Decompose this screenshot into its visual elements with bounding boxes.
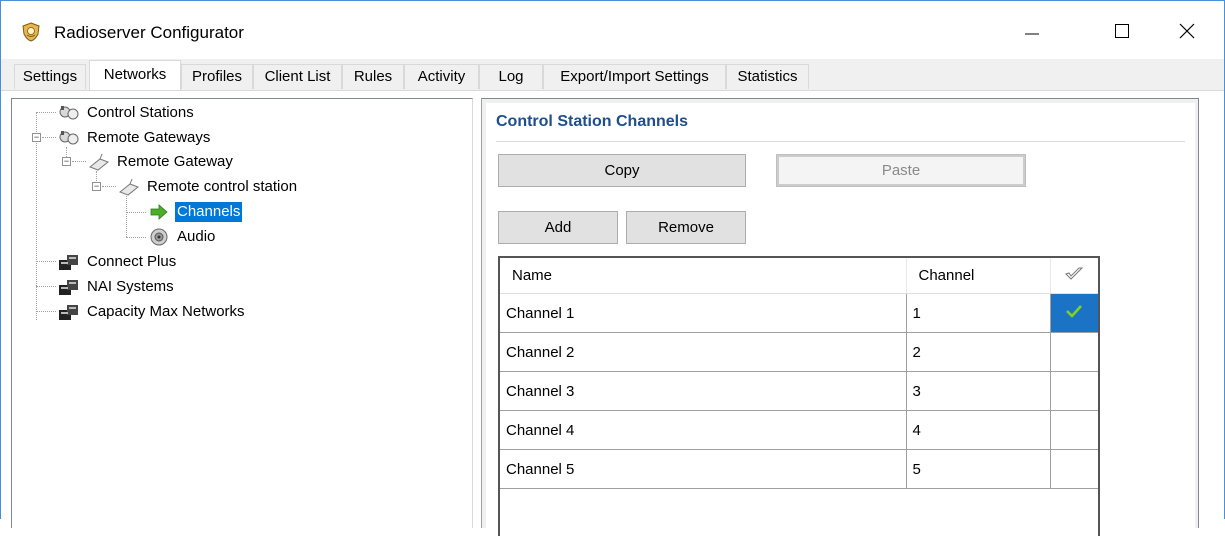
cell-channel[interactable]: 4 (905, 410, 1051, 450)
tab-rules[interactable]: Rules (342, 64, 404, 89)
gateway-icon (118, 176, 140, 198)
tree-node-control-stations[interactable]: Control Stations (58, 101, 196, 125)
cell-enabled-checkbox[interactable] (1049, 449, 1098, 489)
cell-enabled-checkbox[interactable] (1049, 410, 1098, 450)
cell-channel[interactable]: 3 (905, 371, 1051, 411)
cell-enabled-checkbox[interactable] (1049, 371, 1098, 411)
cell-name[interactable]: Channel 2 (500, 332, 907, 372)
title-bar[interactable]: Radioserver Configurator (1, 1, 1224, 59)
table-row[interactable]: Channel 2 2 (500, 332, 1098, 372)
cell-name[interactable]: Channel 1 (500, 293, 907, 333)
tree-node-audio[interactable]: Audio (148, 225, 217, 249)
remove-button[interactable]: Remove (626, 211, 746, 244)
network-stations-icon (58, 127, 80, 149)
collapse-remote-gateway-toggle[interactable]: − (62, 157, 71, 166)
checkmark-outline-icon (1065, 267, 1084, 280)
green-arrow-icon (148, 201, 170, 223)
cell-channel[interactable]: 1 (905, 293, 1051, 333)
cell-name[interactable]: Channel 4 (500, 410, 907, 450)
maximize-button[interactable] (1099, 9, 1145, 53)
add-button[interactable]: Add (498, 211, 618, 244)
cell-enabled-checkbox[interactable] (1049, 332, 1098, 372)
tab-settings[interactable]: Settings (14, 64, 86, 89)
channels-settings: Control Station Channels Copy Paste Add … (486, 103, 1195, 536)
tab-profiles[interactable]: Profiles (181, 64, 253, 89)
collapse-remote-gateways-toggle[interactable]: − (32, 133, 41, 142)
section-title: Control Station Channels (496, 113, 688, 130)
close-icon (1179, 23, 1195, 39)
copy-button[interactable]: Copy (498, 154, 746, 187)
checkmark-icon (1066, 305, 1083, 318)
table-row[interactable]: Channel 5 5 (500, 449, 1098, 489)
gateway-icon (88, 151, 110, 173)
tab-export-import-settings[interactable]: Export/Import Settings (543, 64, 726, 89)
app-window: Radioserver Configurator Settings Networ… (0, 0, 1225, 536)
details-panel: Control Station Channels Copy Paste Add … (481, 98, 1199, 536)
tree-node-capacity-max-networks[interactable]: Capacity Max Networks (58, 300, 247, 324)
tab-strip: Settings Networks Profiles Client List R… (1, 59, 1224, 90)
network-stations-icon (58, 102, 80, 124)
column-header-name[interactable]: Name (500, 258, 907, 294)
speaker-icon (148, 226, 170, 248)
networks-page: − − − Control Stations Remote Gateways R… (1, 90, 1224, 536)
channels-grid[interactable]: Name Channel Channel 1 1 Channel 2 2 Cha… (498, 256, 1100, 536)
column-header-channel[interactable]: Channel (906, 258, 1051, 294)
cell-channel[interactable]: 2 (905, 332, 1051, 372)
tab-log[interactable]: Log (479, 64, 543, 89)
table-row[interactable]: Channel 3 3 (500, 371, 1098, 411)
tab-activity[interactable]: Activity (404, 64, 479, 89)
cell-name[interactable]: Channel 5 (500, 449, 907, 489)
table-row[interactable]: Channel 1 1 (500, 293, 1098, 333)
server-network-icon (58, 276, 80, 298)
tab-client-list[interactable]: Client List (253, 64, 342, 89)
cell-enabled-checkbox[interactable] (1049, 293, 1098, 333)
collapse-remote-control-station-toggle[interactable]: − (92, 182, 101, 191)
window-title: Radioserver Configurator (54, 23, 244, 42)
maximize-icon (1115, 24, 1129, 38)
tree-node-remote-gateway[interactable]: Remote Gateway (88, 150, 235, 174)
server-network-icon (58, 301, 80, 323)
server-network-icon (58, 251, 80, 273)
table-row[interactable]: Channel 4 4 (500, 410, 1098, 450)
section-divider (496, 141, 1185, 142)
paste-button[interactable]: Paste (776, 154, 1026, 187)
network-tree[interactable]: − − − Control Stations Remote Gateways R… (11, 98, 473, 528)
radio-shield-icon (21, 22, 41, 42)
tree-node-channels[interactable]: Channels (148, 200, 243, 224)
tree-node-remote-control-station[interactable]: Remote control station (118, 175, 299, 199)
close-button[interactable] (1164, 9, 1210, 53)
cell-channel[interactable]: 5 (905, 449, 1051, 489)
paste-button-label: Paste (779, 157, 1023, 184)
grid-header-row: Name Channel (500, 258, 1098, 294)
tree-node-remote-gateways[interactable]: Remote Gateways (58, 126, 212, 150)
minimize-button[interactable] (1009, 9, 1055, 53)
tab-statistics[interactable]: Statistics (726, 64, 809, 89)
tree-node-connect-plus[interactable]: Connect Plus (58, 250, 178, 274)
tab-networks[interactable]: Networks (89, 60, 181, 90)
minimize-icon (1025, 33, 1039, 35)
cell-name[interactable]: Channel 3 (500, 371, 907, 411)
tree-node-nai-systems[interactable]: NAI Systems (58, 275, 176, 299)
column-header-enabled[interactable] (1050, 258, 1098, 294)
